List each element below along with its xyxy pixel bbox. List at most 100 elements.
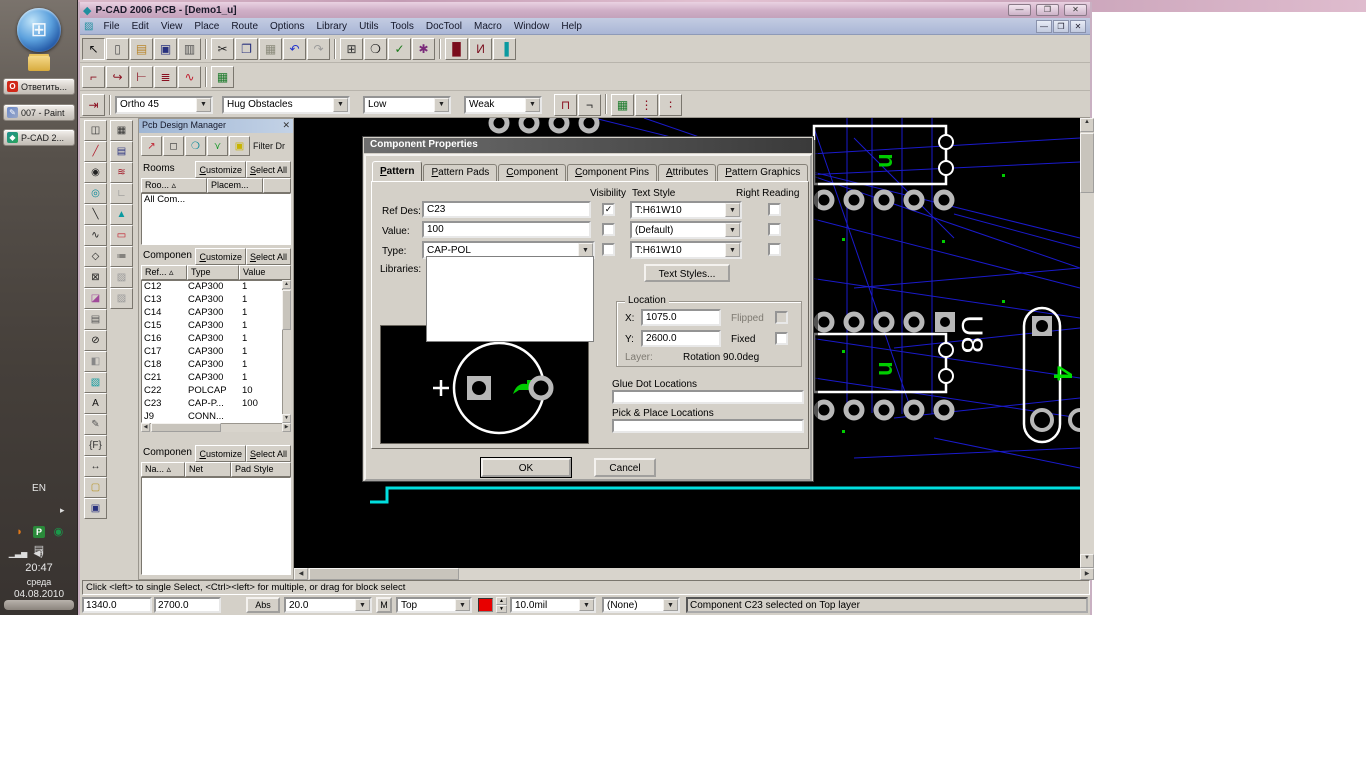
measure-icon[interactable]: ↗ <box>141 136 162 156</box>
save-icon[interactable]: ▣ <box>154 38 177 60</box>
grid-combo[interactable]: 20.0▼ <box>284 597 372 613</box>
route-t-junction-icon[interactable]: ⊢ <box>130 66 153 88</box>
grid-toggle-icon[interactable]: ▦ <box>110 120 133 141</box>
nets-col-net[interactable]: Net <box>185 462 231 477</box>
paste-icon[interactable]: ▦ <box>259 38 282 60</box>
via-pattern-icon[interactable]: ⋮ <box>635 94 658 116</box>
module-b-icon[interactable]: И <box>469 38 492 60</box>
place-arc-icon[interactable]: ∿ <box>84 225 107 246</box>
line-width-combo[interactable]: 10.0mil▼ <box>510 597 596 613</box>
tray-expand-icon[interactable]: ▸ <box>60 505 65 516</box>
chevron-down-icon[interactable]: ▼ <box>455 599 470 611</box>
components-scrollbar[interactable]: ▲ ▼ <box>282 280 291 423</box>
display-options-icon[interactable]: ✱ <box>412 38 435 60</box>
undo-icon[interactable]: ↶ <box>283 38 306 60</box>
place-logo-icon[interactable]: ✎ <box>84 414 107 435</box>
components-col-refdes[interactable]: Ref... ▵ <box>141 265 187 280</box>
mdi-minimize-button[interactable]: — <box>1036 20 1052 33</box>
scroll-thumb[interactable] <box>282 290 291 330</box>
value-visibility-checkbox[interactable] <box>602 223 615 236</box>
chevron-down-icon[interactable]: ▼ <box>196 98 211 112</box>
mdi-close-button[interactable]: ✕ <box>1070 20 1086 33</box>
list-view-icon[interactable]: ≔ <box>110 246 133 267</box>
record-b-icon[interactable]: ▨ <box>110 288 133 309</box>
scroll-right-icon[interactable]: ▶ <box>282 423 291 432</box>
ok-button[interactable]: OK <box>481 458 571 477</box>
via-style-combo[interactable]: (None)▼ <box>602 597 680 613</box>
value-textstyle-combo[interactable]: (Default)▼ <box>630 221 742 239</box>
route-interactive-icon[interactable]: ↪ <box>106 66 129 88</box>
route-corner-icon[interactable]: ⌐ <box>82 66 105 88</box>
place-via-icon[interactable]: ◎ <box>84 183 107 204</box>
refdes-field[interactable] <box>422 201 591 218</box>
tab-pattern[interactable]: Pattern <box>372 161 422 181</box>
redo-icon[interactable]: ↷ <box>307 38 330 60</box>
start-orb[interactable]: ⊞ <box>17 8 61 52</box>
scroll-right-icon[interactable]: ▶ <box>1080 568 1094 580</box>
rooms-col-placement[interactable]: Placem... <box>207 178 263 193</box>
zoom-select-icon[interactable]: ❍ <box>185 136 206 156</box>
tab-pattern-graphics[interactable]: Pattern Graphics <box>717 164 808 181</box>
place-plane-icon[interactable]: ◪ <box>84 288 107 309</box>
scroll-left-icon[interactable]: ◀ <box>294 568 308 580</box>
place-field-icon[interactable]: {F} <box>84 435 107 456</box>
place-keepout-icon[interactable]: ⊘ <box>84 330 107 351</box>
open-file-icon[interactable]: ▤ <box>130 38 153 60</box>
menu-item[interactable]: Place <box>188 20 225 33</box>
type-textstyle-combo[interactable]: T:H61W10▼ <box>630 241 742 259</box>
y-coordinate-field[interactable] <box>154 597 221 613</box>
taskbar-button-pcad[interactable]: ◆ P-CAD 2... <box>3 129 75 146</box>
menu-item[interactable]: Route <box>225 20 264 33</box>
place-room-icon[interactable]: ▧ <box>84 372 107 393</box>
print-icon[interactable]: ▥ <box>178 38 201 60</box>
highlight-net-icon[interactable]: ≋ <box>110 162 133 183</box>
table-row[interactable]: C13CAP3001 <box>142 294 281 307</box>
tab-attributes[interactable]: Attributes <box>658 164 716 181</box>
y-field[interactable] <box>641 330 721 347</box>
place-connection-icon[interactable]: ╱ <box>84 141 107 162</box>
rooms-list[interactable]: All Com... <box>141 193 291 245</box>
canvas-vscrollbar[interactable]: ▲ ▼ <box>1080 118 1094 568</box>
menu-item[interactable]: Macro <box>468 20 508 33</box>
chevron-down-icon[interactable]: ▼ <box>579 599 594 611</box>
scroll-left-icon[interactable]: ◀ <box>141 423 150 432</box>
spin-down-icon[interactable]: ▼ <box>496 605 507 613</box>
rooms-col-room[interactable]: Roo... ▵ <box>141 178 207 193</box>
priority-combo[interactable]: Low▼ <box>363 96 451 114</box>
text-styles-button[interactable]: Text Styles... <box>644 264 730 282</box>
value-field[interactable] <box>422 221 591 238</box>
place-cutout-icon[interactable]: ⊠ <box>84 267 107 288</box>
chevron-down-icon[interactable]: ▼ <box>725 243 740 257</box>
chevron-down-icon[interactable]: ▼ <box>578 243 593 257</box>
table-row[interactable]: C14CAP3001 <box>142 307 281 320</box>
menu-item[interactable]: File <box>97 20 125 33</box>
table-row[interactable]: C21CAP3001 <box>142 372 281 385</box>
x-field[interactable] <box>641 309 721 326</box>
table-row[interactable]: C16CAP3001 <box>142 333 281 346</box>
x-coordinate-field[interactable] <box>82 597 152 613</box>
layer-color-swatch[interactable] <box>478 598 493 612</box>
rooms-customize-button[interactable]: Customize <box>195 161 246 178</box>
menu-item[interactable]: Window <box>508 20 556 33</box>
components-col-value[interactable]: Value <box>239 265 291 280</box>
refdes-rightreading-checkbox[interactable] <box>768 203 781 216</box>
list-item[interactable]: All Com... <box>142 194 290 207</box>
module-a-icon[interactable]: ▐▌ <box>445 38 468 60</box>
bus-route-icon[interactable]: ∟ <box>110 183 133 204</box>
drc-icon[interactable]: ✓ <box>388 38 411 60</box>
menu-item[interactable]: Options <box>264 20 310 33</box>
network-icon[interactable]: ▁▃▅ <box>11 547 25 561</box>
table-row[interactable]: C12CAP3001 <box>142 281 281 294</box>
scroll-thumb[interactable] <box>151 423 221 432</box>
taskbar-button-paint[interactable]: ✎ 007 - Paint <box>3 104 75 121</box>
scroll-up-icon[interactable]: ▲ <box>1080 118 1094 132</box>
refdes-textstyle-combo[interactable]: T:H61W10▼ <box>630 201 742 219</box>
chevron-down-icon[interactable]: ▼ <box>355 599 370 611</box>
place-copper-pour-icon[interactable]: ▤ <box>84 309 107 330</box>
menu-item[interactable]: DocTool <box>420 20 468 33</box>
nets-col-name[interactable]: Na... ▵ <box>141 462 185 477</box>
zoom-window-icon[interactable]: ⊞ <box>340 38 363 60</box>
place-detail-icon[interactable]: ▣ <box>84 498 107 519</box>
zoom-icon[interactable]: ❍ <box>364 38 387 60</box>
scroll-thumb[interactable] <box>1080 133 1094 193</box>
